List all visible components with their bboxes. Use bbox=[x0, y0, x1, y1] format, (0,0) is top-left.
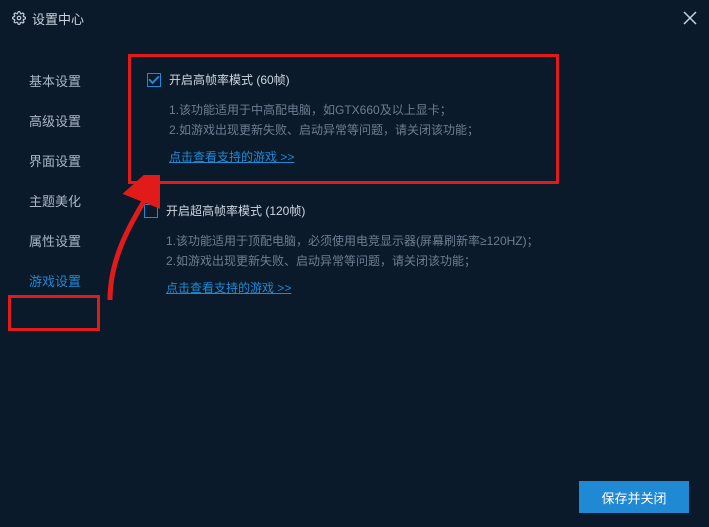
high-fps-title: 开启高帧率模式 (60帧) bbox=[169, 71, 290, 88]
main-panel: 开启高帧率模式 (60帧) 1.该功能适用于中高配电脑，如GTX660及以上显卡… bbox=[110, 36, 709, 473]
sidebar-item-game[interactable]: 游戏设置 bbox=[0, 262, 110, 302]
sidebar-item-basic[interactable]: 基本设置 bbox=[0, 62, 110, 102]
checkbox-ultra-fps[interactable] bbox=[144, 204, 158, 218]
close-icon[interactable] bbox=[683, 11, 697, 25]
ultra-fps-desc-2: 2.如游戏出现更新失败、启动异常等问题，请关闭该功能； bbox=[144, 251, 663, 271]
sidebar-item-ui[interactable]: 界面设置 bbox=[0, 142, 110, 182]
ultra-fps-title: 开启超高帧率模式 (120帧) bbox=[166, 202, 305, 219]
high-fps-link[interactable]: 点击查看支持的游戏 >> bbox=[147, 148, 294, 165]
gear-icon bbox=[12, 11, 26, 25]
ultra-fps-desc-1: 1.该功能适用于顶配电脑，必须使用电竞显示器(屏幕刷新率≥120HZ)； bbox=[144, 231, 663, 251]
checkbox-high-fps[interactable] bbox=[147, 73, 161, 87]
window-title: 设置中心 bbox=[32, 9, 84, 28]
high-fps-desc-2: 2.如游戏出现更新失败、启动异常等问题，请关闭该功能； bbox=[147, 120, 540, 140]
sidebar-item-advanced[interactable]: 高级设置 bbox=[0, 102, 110, 142]
section-ultra-fps: 开启超高帧率模式 (120帧) 1.该功能适用于顶配电脑，必须使用电竞显示器(屏… bbox=[128, 188, 679, 312]
section-high-fps: 开启高帧率模式 (60帧) 1.该功能适用于中高配电脑，如GTX660及以上显卡… bbox=[128, 54, 559, 184]
sidebar-item-property[interactable]: 属性设置 bbox=[0, 222, 110, 262]
save-close-button[interactable]: 保存并关闭 bbox=[579, 481, 689, 513]
high-fps-desc-1: 1.该功能适用于中高配电脑，如GTX660及以上显卡； bbox=[147, 100, 540, 120]
ultra-fps-link[interactable]: 点击查看支持的游戏 >> bbox=[144, 279, 291, 296]
titlebar: 设置中心 bbox=[0, 0, 709, 36]
sidebar: 基本设置 高级设置 界面设置 主题美化 属性设置 游戏设置 bbox=[0, 36, 110, 473]
sidebar-item-theme[interactable]: 主题美化 bbox=[0, 182, 110, 222]
